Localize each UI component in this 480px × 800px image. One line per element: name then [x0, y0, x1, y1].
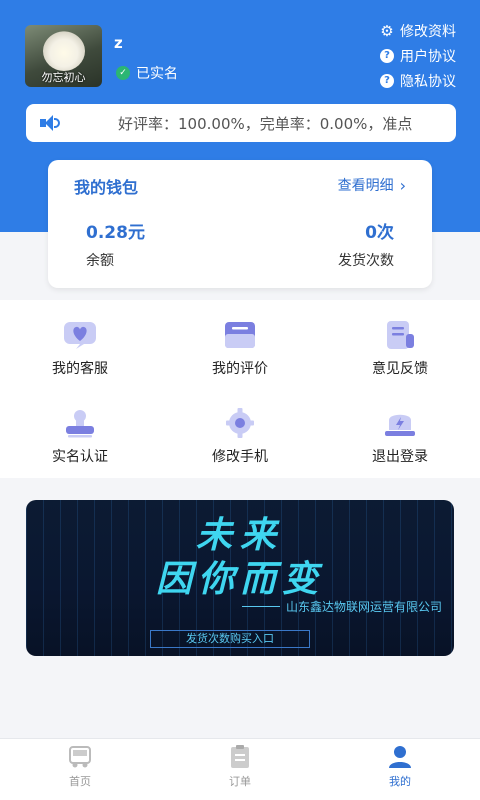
- menu-item-my-reviews[interactable]: 我的评价: [160, 320, 320, 378]
- gear-icon: [222, 408, 258, 438]
- gear-icon: ⚙: [380, 21, 394, 40]
- banner-headline-line2: 因你而变: [155, 559, 324, 600]
- shipment-count-value: 0次: [365, 223, 394, 243]
- tab-label: 我的: [389, 775, 411, 788]
- speaker-icon: [40, 115, 62, 131]
- notice-bar[interactable]: 好评率：100.00%，完单率：0.00%，准点: [26, 104, 456, 142]
- user-icon: [387, 745, 413, 769]
- avatar-caption: 勿忘初心: [41, 71, 86, 84]
- wallet-title: 我的钱包: [74, 178, 139, 197]
- check-icon: ✓: [116, 66, 130, 80]
- view-details-link[interactable]: 查看明细 ›: [338, 175, 406, 195]
- menu-item-label: 退出登录: [372, 449, 428, 465]
- verified-status: ✓ 已实名: [116, 63, 178, 83]
- question-icon: ?: [380, 73, 394, 88]
- avatar[interactable]: 勿忘初心: [25, 25, 102, 87]
- edit-profile-label: 修改资料: [400, 23, 456, 40]
- menu-item-logout[interactable]: 退出登录: [320, 408, 480, 466]
- tab-home[interactable]: 首页: [40, 745, 120, 789]
- notice-text: 好评率：100.00%，完单率：0.00%，准点: [118, 114, 413, 133]
- menu-item-label: 实名认证: [52, 449, 108, 465]
- verified-label: 已实名: [136, 66, 178, 82]
- tab-orders[interactable]: 订单: [200, 745, 280, 789]
- feedback-icon: [382, 320, 418, 350]
- tab-label: 订单: [229, 775, 251, 788]
- bottom-tab-bar: 首页 订单 我的: [0, 738, 480, 800]
- logout-icon: [382, 408, 418, 438]
- view-details-label: 查看明细: [337, 178, 394, 194]
- menu-grid: 我的客服 我的评价 意见反馈 实名认证 修改手机 退出登录: [0, 300, 480, 478]
- balance-label: 余额: [86, 253, 114, 269]
- menu-item-label: 我的客服: [52, 361, 108, 377]
- profile-links: ⚙ 修改资料 ? 用户协议 ? 隐私协议: [380, 21, 456, 90]
- menu-item-identity-verification[interactable]: 实名认证: [0, 408, 160, 466]
- menu-item-customer-service[interactable]: 我的客服: [0, 320, 160, 378]
- banner-company-name: 山东鑫达物联网运营有限公司: [285, 600, 442, 614]
- user-agreement-label: 用户协议: [400, 48, 456, 65]
- clipboard-icon: [227, 745, 253, 769]
- shipment-count-label: 发货次数: [338, 253, 394, 269]
- balance-value: 0.28元: [86, 223, 145, 243]
- wallet-card: 我的钱包 查看明细 › 0.28元 余额 0次 发货次数: [48, 160, 432, 288]
- menu-item-label: 我的评价: [212, 361, 268, 377]
- purchase-entry-button[interactable]: 发货次数购买入口: [150, 630, 310, 648]
- menu-item-label: 意见反馈: [372, 361, 428, 377]
- user-agreement-link[interactable]: ? 用户协议: [380, 47, 456, 65]
- privacy-policy-label: 隐私协议: [400, 73, 456, 90]
- stamp-icon: [62, 408, 98, 438]
- tab-mine[interactable]: 我的: [360, 745, 440, 789]
- question-icon: ?: [380, 48, 394, 63]
- banner-company: 山东鑫达物联网运营有限公司: [241, 598, 442, 615]
- username: z: [114, 34, 123, 52]
- heart-chat-icon: [62, 320, 98, 350]
- menu-item-label: 修改手机: [212, 449, 268, 465]
- truck-icon: [67, 745, 93, 769]
- mail-icon: [222, 320, 258, 350]
- divider: [241, 606, 280, 607]
- chevron-right-icon: ›: [399, 175, 406, 195]
- tab-label: 首页: [69, 775, 91, 788]
- menu-item-change-phone[interactable]: 修改手机: [160, 408, 320, 466]
- menu-item-feedback[interactable]: 意见反馈: [320, 320, 480, 378]
- privacy-policy-link[interactable]: ? 隐私协议: [380, 72, 456, 90]
- edit-profile-link[interactable]: ⚙ 修改资料: [380, 21, 456, 40]
- avatar-flower-image: [43, 31, 85, 71]
- promo-banner[interactable]: 未来 因你而变 山东鑫达物联网运营有限公司 发货次数购买入口: [26, 500, 454, 656]
